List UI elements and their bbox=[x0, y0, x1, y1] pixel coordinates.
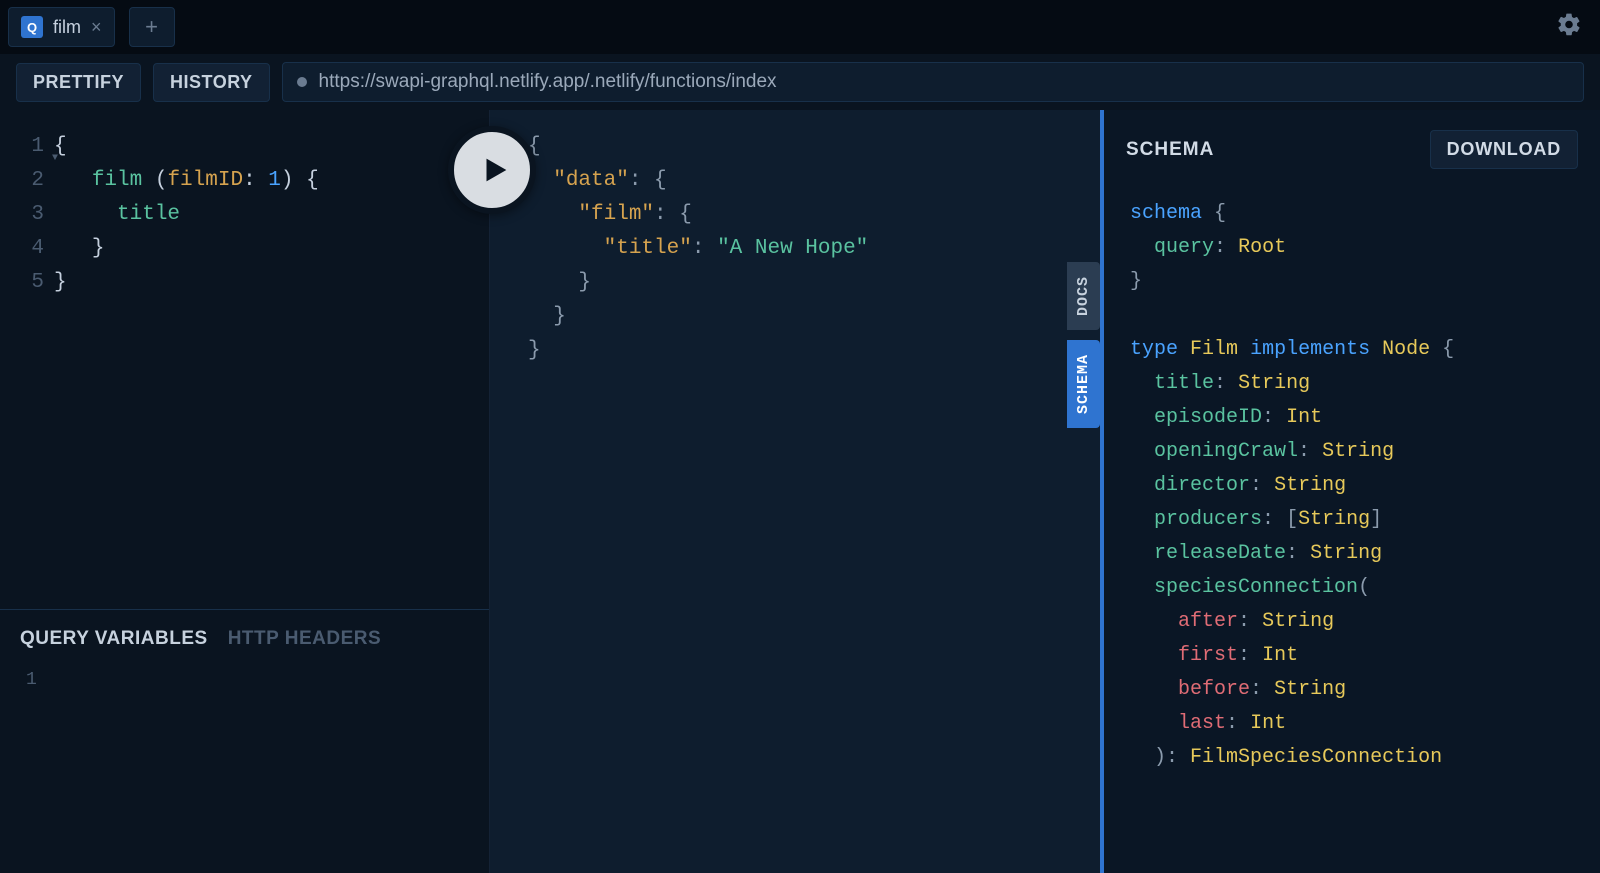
tab-schema[interactable]: SCHEMA bbox=[1067, 340, 1100, 428]
close-icon[interactable]: × bbox=[91, 17, 102, 38]
tab-docs[interactable]: DOCS bbox=[1067, 262, 1100, 330]
variables-editor[interactable]: 1 bbox=[20, 670, 469, 690]
line-number: 2 bbox=[0, 164, 54, 198]
download-button[interactable]: DOWNLOAD bbox=[1430, 130, 1578, 169]
line-number: 3 bbox=[0, 198, 54, 232]
results-pane[interactable]: ▼ { ▼ "data": { "film": { "title": "A Ne… bbox=[490, 110, 1100, 873]
settings-button[interactable] bbox=[1556, 12, 1582, 43]
tab-type-badge: Q bbox=[21, 16, 43, 38]
schema-body[interactable]: schema { query: Root } type Film impleme… bbox=[1104, 181, 1600, 873]
add-tab-button[interactable]: + bbox=[129, 7, 175, 47]
tab-query-variables[interactable]: QUERY VARIABLES bbox=[20, 628, 208, 650]
tab-bar: Q film × + bbox=[0, 0, 1600, 54]
history-button[interactable]: HISTORY bbox=[153, 63, 270, 102]
query-tab[interactable]: Q film × bbox=[8, 7, 115, 47]
tab-http-headers[interactable]: HTTP HEADERS bbox=[228, 628, 381, 650]
prettify-button[interactable]: PRETTIFY bbox=[16, 63, 141, 102]
toolbar: PRETTIFY HISTORY https://swapi-graphql.n… bbox=[0, 54, 1600, 110]
query-editor-column: 1▼ { 2 film (filmID: 1) { 3 title 4 } 5 … bbox=[0, 110, 490, 873]
schema-panel: SCHEMA DOWNLOAD schema { query: Root } t… bbox=[1100, 110, 1600, 873]
line-number: 1▼ bbox=[0, 130, 54, 164]
schema-title: SCHEMA bbox=[1126, 139, 1214, 161]
plus-icon: + bbox=[145, 14, 158, 40]
line-number: 5 bbox=[0, 266, 54, 300]
main-area: 1▼ { 2 film (filmID: 1) { 3 title 4 } 5 … bbox=[0, 110, 1600, 873]
query-editor[interactable]: 1▼ { 2 film (filmID: 1) { 3 title 4 } 5 … bbox=[0, 110, 489, 609]
tab-label: film bbox=[53, 17, 81, 38]
variables-pane: QUERY VARIABLES HTTP HEADERS 1 bbox=[0, 609, 489, 873]
line-number: 4 bbox=[0, 232, 54, 266]
play-icon bbox=[478, 153, 512, 187]
execute-query-button[interactable] bbox=[448, 126, 536, 214]
gear-icon bbox=[1556, 12, 1582, 38]
endpoint-status-dot bbox=[297, 77, 307, 87]
endpoint-url: https://swapi-graphql.netlify.app/.netli… bbox=[319, 71, 777, 93]
side-tabs: DOCS SCHEMA bbox=[1067, 262, 1100, 428]
endpoint-input[interactable]: https://swapi-graphql.netlify.app/.netli… bbox=[282, 62, 1584, 102]
